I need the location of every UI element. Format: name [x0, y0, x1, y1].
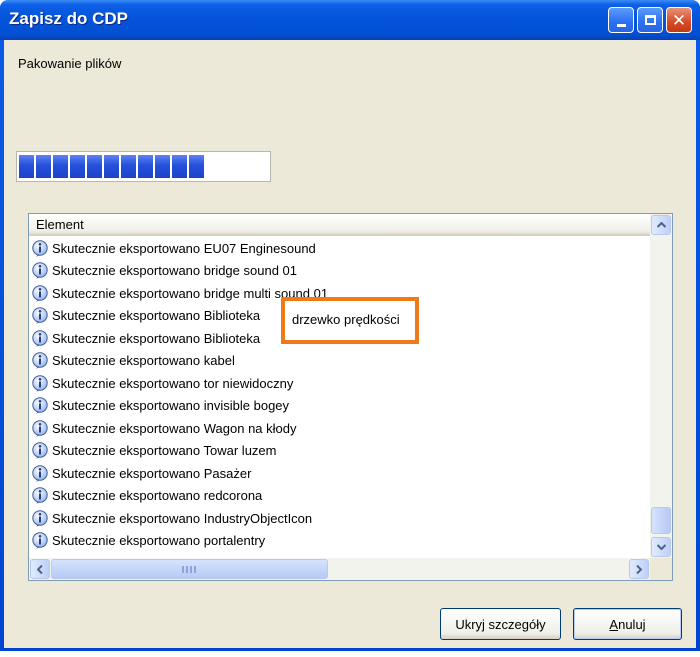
info-icon	[32, 510, 48, 527]
list-item[interactable]: Skutecznie eksportowano IndustryObjectIc…	[29, 507, 650, 530]
list-item[interactable]: Skutecznie eksportowano invisible bogey	[29, 395, 650, 418]
progress-segment	[155, 155, 170, 178]
chevron-right-icon	[636, 564, 642, 574]
scroll-left-button[interactable]	[30, 559, 50, 579]
element-list[interactable]: Element Skutecznie eksportowano EU07 Eng…	[28, 213, 673, 581]
list-item[interactable]: Skutecznie eksportowano kabel	[29, 350, 650, 373]
scrollbar-corner	[650, 558, 672, 580]
list-item-text: Skutecznie eksportowano Towar luzem	[52, 443, 277, 459]
annotation-text: drzewko prędkości	[292, 312, 400, 327]
info-icon	[32, 330, 48, 347]
list-item-text: Skutecznie eksportowano redcorona	[52, 488, 263, 504]
progress-bar	[16, 151, 271, 182]
vertical-scrollbar[interactable]	[650, 214, 672, 558]
minimize-icon	[616, 23, 626, 27]
maximize-button[interactable]	[637, 7, 663, 33]
hide-details-label: Ukryj szczegóły	[455, 616, 546, 632]
column-header-label: Element	[36, 217, 84, 232]
horizontal-scroll-thumb[interactable]	[51, 559, 328, 579]
list-item[interactable]: Skutecznie eksportowano Towar luzem	[29, 440, 650, 463]
list-item-text: Skutecznie eksportowano tor niewidoczny	[52, 375, 294, 391]
chevron-up-icon	[656, 222, 666, 228]
progress-segment	[87, 155, 102, 178]
window-title: Zapisz do CDP	[9, 9, 129, 28]
bottom-strip	[0, 651, 700, 657]
progress-segment	[189, 155, 204, 178]
close-button[interactable]: ✕	[666, 7, 692, 33]
chevron-left-icon	[37, 564, 43, 574]
list-item[interactable]: Skutecznie eksportowano EU07 Enginesound	[29, 237, 650, 260]
horizontal-scrollbar[interactable]	[29, 558, 650, 580]
list-item-text: Skutecznie eksportowano EU07 Enginesound	[52, 240, 316, 256]
title-bar[interactable]: Zapisz do CDP ✕	[0, 0, 700, 40]
list-item-text: Skutecznie eksportowano Biblioteka	[52, 308, 261, 324]
info-icon	[32, 442, 48, 460]
info-icon	[32, 465, 48, 482]
progress-segment	[70, 155, 85, 178]
info-icon	[32, 262, 48, 280]
scroll-right-button[interactable]	[629, 559, 649, 579]
info-icon	[32, 397, 48, 415]
cancel-label: Anuluj	[609, 616, 646, 632]
list-item-text: Skutecznie eksportowano portalentry	[52, 533, 266, 549]
list-item[interactable]: Skutecznie eksportowano tor niewidoczny	[29, 372, 650, 395]
list-item[interactable]: Skutecznie eksportowano bridge sound 01	[29, 260, 650, 283]
list-item-text: Skutecznie eksportowano invisible bogey	[52, 398, 290, 414]
list-item[interactable]: Skutecznie eksportowano Pasażer	[29, 462, 650, 485]
vertical-scroll-thumb[interactable]	[651, 507, 671, 534]
scroll-up-button[interactable]	[651, 215, 671, 235]
highlight-annotation: drzewko prędkości	[281, 297, 419, 344]
column-header-element[interactable]: Element	[29, 214, 650, 236]
progress-segment	[36, 155, 51, 178]
info-icon	[32, 487, 48, 505]
info-icon	[32, 375, 48, 392]
list-item-text: Skutecznie eksportowano bridge sound 01	[52, 263, 297, 279]
dialog-body: Pakowanie plików Element Skutecznie eksp…	[4, 40, 696, 648]
list-item-text: Skutecznie eksportowano IndustryObjectIc…	[52, 510, 313, 526]
list-item[interactable]: Skutecznie eksportowano portalentry	[29, 530, 650, 553]
minimize-button[interactable]	[608, 7, 634, 33]
info-icon	[32, 240, 48, 257]
list-rows: Skutecznie eksportowano EU07 Enginesound…	[29, 237, 650, 552]
list-item[interactable]: Skutecznie eksportowano redcorona	[29, 485, 650, 508]
cancel-button[interactable]: Anuluj	[573, 608, 682, 640]
maximize-icon	[644, 15, 656, 25]
scroll-down-button[interactable]	[651, 537, 671, 557]
progress-segment	[53, 155, 68, 178]
info-icon	[32, 307, 48, 325]
progress-segment	[138, 155, 153, 178]
hide-details-button[interactable]: Ukryj szczegóły	[440, 608, 561, 640]
info-icon	[32, 285, 48, 302]
progress-segment	[19, 155, 34, 178]
list-item[interactable]: Skutecznie eksportowano Wagon na kłody	[29, 417, 650, 440]
list-item-text: Skutecznie eksportowano Pasażer	[52, 465, 252, 481]
status-label: Pakowanie plików	[18, 56, 122, 71]
info-icon	[32, 532, 48, 550]
progress-segment	[104, 155, 119, 178]
list-item-text: Skutecznie eksportowano Biblioteka	[52, 330, 261, 346]
grip-icon	[182, 566, 196, 573]
info-icon	[32, 420, 48, 437]
chevron-down-icon	[656, 544, 666, 550]
progress-segment	[172, 155, 187, 178]
progress-segment	[121, 155, 136, 178]
list-item-text: Skutecznie eksportowano kabel	[52, 353, 235, 369]
list-item-text: Skutecznie eksportowano Wagon na kłody	[52, 420, 297, 436]
info-icon	[32, 352, 48, 370]
close-icon: ✕	[671, 10, 687, 30]
